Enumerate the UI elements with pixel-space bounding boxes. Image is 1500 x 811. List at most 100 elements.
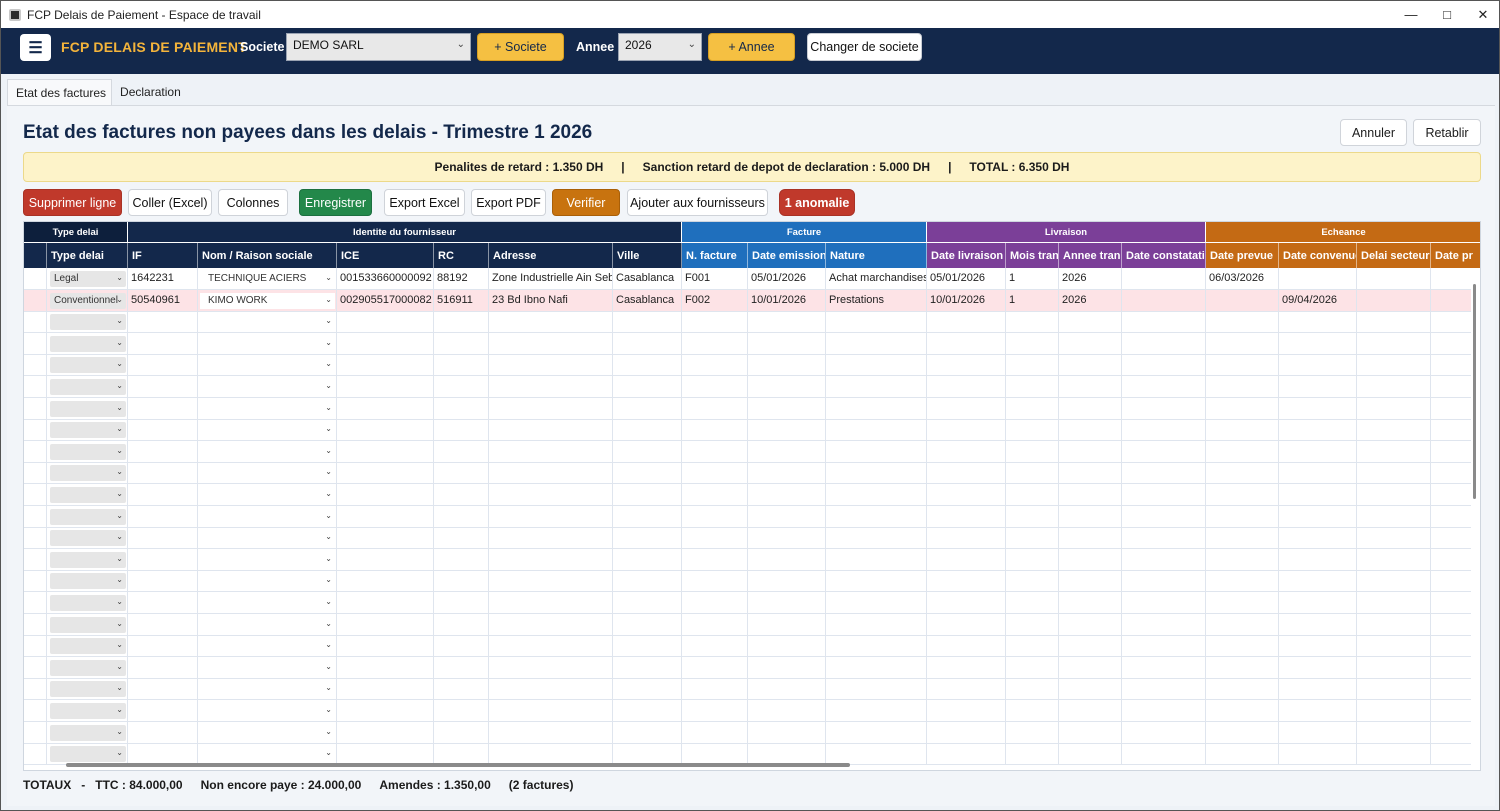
- cell-rc[interactable]: [434, 505, 489, 527]
- cell-adresse[interactable]: [489, 548, 613, 570]
- table-row[interactable]: ⌄ ⌄: [24, 592, 1471, 614]
- cell-date-convenue[interactable]: 09/04/2026: [1279, 289, 1357, 311]
- cell-date-pr[interactable]: [1431, 635, 1480, 656]
- cell-delai-secteur[interactable]: [1357, 332, 1431, 354]
- retablir-button[interactable]: Retablir: [1413, 119, 1481, 146]
- cell-date-livraison[interactable]: [927, 462, 1006, 484]
- cell-annee-trans[interactable]: [1059, 505, 1122, 527]
- cell-annee-trans[interactable]: [1059, 656, 1122, 678]
- row-header[interactable]: [24, 311, 47, 333]
- cell-ice[interactable]: [337, 548, 434, 570]
- cell-date-livraison[interactable]: [927, 527, 1006, 549]
- row-header[interactable]: [24, 397, 47, 419]
- cell-delai-secteur[interactable]: [1357, 721, 1431, 743]
- cell-ville[interactable]: [613, 354, 682, 376]
- cell-adresse[interactable]: [489, 678, 613, 700]
- cell-n-facture[interactable]: [682, 397, 748, 419]
- cell-date-livraison[interactable]: [927, 678, 1006, 700]
- cell-date-pr[interactable]: [1431, 722, 1480, 743]
- cell-if[interactable]: 50540961: [128, 289, 198, 311]
- cell-nature[interactable]: [826, 462, 927, 484]
- cell-nature[interactable]: [826, 721, 927, 743]
- table-row[interactable]: ⌄ ⌄: [24, 613, 1471, 636]
- cell-n-facture[interactable]: [682, 311, 748, 333]
- col-nature[interactable]: Nature: [826, 243, 927, 268]
- cell-adresse[interactable]: [489, 700, 613, 721]
- cell-date-livraison[interactable]: [927, 743, 1006, 765]
- cell-delai-secteur[interactable]: [1357, 527, 1431, 549]
- cell-ville[interactable]: [613, 462, 682, 484]
- cell-date-prevue[interactable]: [1206, 419, 1279, 441]
- cell-date-convenue[interactable]: [1279, 548, 1357, 570]
- table-row[interactable]: ⌄ ⌄: [24, 678, 1471, 701]
- cell-nature[interactable]: [826, 743, 927, 765]
- tab-etat-factures[interactable]: Etat des factures: [7, 79, 113, 105]
- cell-date-convenue[interactable]: [1279, 678, 1357, 700]
- cell-date-pr[interactable]: [1431, 506, 1480, 527]
- cell-delai-secteur[interactable]: [1357, 268, 1431, 289]
- cell-n-facture[interactable]: [682, 570, 748, 592]
- row-header[interactable]: [24, 527, 47, 549]
- table-row[interactable]: ⌄ ⌄: [24, 635, 1471, 658]
- row-header[interactable]: [24, 289, 47, 311]
- cell-adresse[interactable]: [489, 376, 613, 397]
- cell-annee-trans[interactable]: [1059, 419, 1122, 441]
- add-annee-button[interactable]: + Annee: [708, 33, 795, 61]
- col-type-delai[interactable]: Type delai: [47, 243, 128, 268]
- cell-adresse[interactable]: [489, 419, 613, 441]
- cell-ville[interactable]: [613, 592, 682, 613]
- cell-date-convenue[interactable]: [1279, 462, 1357, 484]
- cell-mois-trans[interactable]: [1006, 570, 1059, 592]
- cell-date-emission[interactable]: [748, 613, 826, 635]
- cell-date-pr[interactable]: [1431, 743, 1480, 764]
- cell-mois-trans[interactable]: [1006, 613, 1059, 635]
- cell-adresse[interactable]: [489, 570, 613, 592]
- table-row[interactable]: Legal ⌄ 1642231 TECHNIQUE ACIERS ⌄ 0015336600…: [24, 268, 1471, 290]
- table-row[interactable]: ⌄ ⌄: [24, 548, 1471, 571]
- cell-mois-trans[interactable]: [1006, 721, 1059, 743]
- cell-n-facture[interactable]: [682, 656, 748, 678]
- row-header[interactable]: [24, 354, 47, 376]
- cell-nature[interactable]: Achat marchandises: [826, 268, 927, 289]
- cell-annee-trans[interactable]: [1059, 743, 1122, 765]
- anomalie-badge[interactable]: 1 anomalie: [779, 189, 855, 216]
- annee-select[interactable]: 2026 ⌄: [618, 33, 702, 61]
- cell-n-facture[interactable]: [682, 484, 748, 505]
- cell-adresse[interactable]: [489, 440, 613, 462]
- cell-rc[interactable]: [434, 656, 489, 678]
- cell-annee-trans[interactable]: [1059, 354, 1122, 376]
- cell-ville[interactable]: [613, 397, 682, 419]
- cell-nature[interactable]: [826, 678, 927, 700]
- ajouter-fournisseurs-button[interactable]: Ajouter aux fournisseurs: [627, 189, 768, 216]
- cell-annee-trans[interactable]: [1059, 721, 1122, 743]
- cell-delai-secteur[interactable]: [1357, 635, 1431, 657]
- cell-date-livraison[interactable]: [927, 721, 1006, 743]
- cell-date-livraison[interactable]: [927, 484, 1006, 505]
- cell-date-emission[interactable]: [748, 462, 826, 484]
- cell-ice[interactable]: [337, 505, 434, 527]
- cell-nature[interactable]: [826, 635, 927, 657]
- cell-date-convenue[interactable]: [1279, 397, 1357, 419]
- row-header[interactable]: [24, 548, 47, 570]
- cell-date-livraison[interactable]: 10/01/2026: [927, 289, 1006, 311]
- cell-rc[interactable]: [434, 462, 489, 484]
- cell-date-constatation[interactable]: [1122, 656, 1206, 678]
- cell-ice[interactable]: 001533660000092: [337, 268, 434, 289]
- cell-date-emission[interactable]: [748, 700, 826, 721]
- cell-nature[interactable]: [826, 656, 927, 678]
- cell-annee-trans[interactable]: [1059, 484, 1122, 505]
- cell-annee-trans[interactable]: [1059, 332, 1122, 354]
- cell-date-emission[interactable]: [748, 548, 826, 570]
- cell-annee-trans[interactable]: [1059, 440, 1122, 462]
- cell-date-prevue[interactable]: [1206, 289, 1279, 311]
- cell-n-facture[interactable]: [682, 527, 748, 549]
- cell-adresse[interactable]: [489, 311, 613, 333]
- table-row[interactable]: Conventionnel ⌄ 50540961 KIMO WORK ⌄ 00290551…: [24, 289, 1471, 312]
- cell-date-constatation[interactable]: [1122, 527, 1206, 549]
- cell-date-emission[interactable]: [748, 635, 826, 657]
- colonnes-button[interactable]: Colonnes: [218, 189, 288, 216]
- add-societe-button[interactable]: + Societe: [477, 33, 564, 61]
- cell-adresse[interactable]: [489, 354, 613, 376]
- cell-nature[interactable]: [826, 311, 927, 333]
- table-row[interactable]: ⌄ ⌄: [24, 743, 1471, 766]
